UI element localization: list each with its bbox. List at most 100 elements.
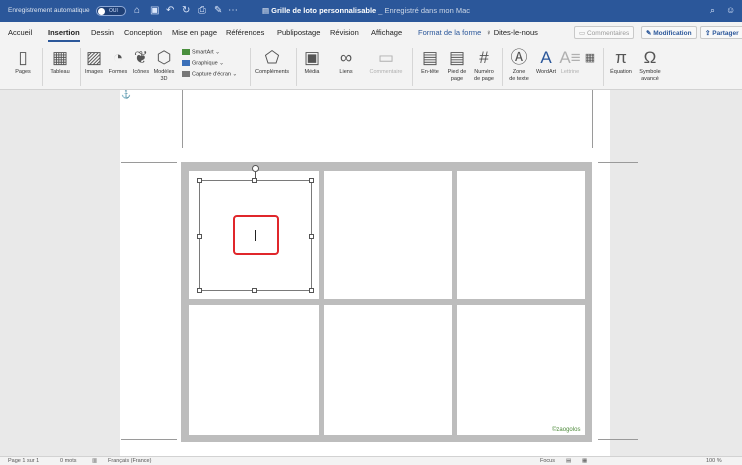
tab-publipostage[interactable]: Publipostage	[277, 28, 320, 37]
print-icon[interactable]: ⎙	[198, 5, 206, 17]
table-label: Tableau	[50, 69, 70, 75]
resize-handle[interactable]	[252, 288, 257, 293]
language-status[interactable]: Français (France)	[108, 458, 151, 464]
ribbon-insertion: ▯ Pages ▦ Tableau ▨ Images ◔ Formes ❦ Ic…	[0, 44, 742, 90]
shapes-button[interactable]: ◔ Formes	[107, 47, 129, 76]
page-count[interactable]: Page 1 sur 1	[8, 458, 39, 464]
ribbon-separator	[42, 48, 43, 86]
chart-button[interactable]: Graphique ⌄	[182, 60, 224, 66]
margin-guide	[598, 162, 638, 163]
tab-affichage[interactable]: Affichage	[371, 28, 402, 37]
resize-handle[interactable]	[197, 234, 202, 239]
links-label: Liens	[339, 69, 353, 75]
comment-button[interactable]: ▭ Commentaire	[366, 47, 406, 76]
wordart-button[interactable]: A WordArt	[533, 47, 559, 76]
share-status-icon[interactable]: ☺	[726, 5, 735, 15]
media-button[interactable]: ▣ Média	[300, 47, 324, 76]
rotate-handle[interactable]	[252, 165, 259, 172]
undo-icon[interactable]: ↶	[166, 5, 174, 17]
links-button[interactable]: ∞ Liens	[334, 47, 358, 76]
pages-label: Pages	[15, 69, 31, 75]
equation-button[interactable]: π Équation	[608, 47, 634, 76]
search-icon[interactable]: ⌕	[710, 5, 715, 16]
wordart-label: WordArt	[535, 69, 557, 75]
screenshot-button[interactable]: Capture d'écran ⌄	[182, 71, 237, 77]
grid-cell[interactable]	[457, 305, 585, 435]
dropcap-label: Lettrine	[560, 69, 580, 75]
addins-button[interactable]: ⬠ Compléments	[254, 47, 290, 76]
tab-dessin[interactable]: Dessin	[91, 28, 114, 37]
home-icon[interactable]: ⌂	[134, 5, 140, 17]
images-label: Images	[84, 69, 104, 75]
pages-button[interactable]: ▯ Pages	[10, 47, 36, 76]
word-count[interactable]: 0 mots	[60, 458, 77, 464]
symbol-button[interactable]: Ω Symbole avancé	[636, 47, 664, 82]
addins-label: Compléments	[255, 69, 289, 75]
redo-icon[interactable]: ↻	[182, 5, 190, 17]
date-object-button[interactable]: ▦	[583, 47, 597, 69]
tab-insertion[interactable]: Insertion	[48, 28, 80, 42]
footer-label-1: Pied de	[447, 69, 467, 75]
tab-conception[interactable]: Conception	[124, 28, 162, 37]
ribbon-separator	[502, 48, 503, 86]
images-icon: ▨	[85, 48, 103, 67]
tab-dites-le-nous[interactable]: ♀ Dites-le-nous	[486, 28, 538, 37]
footer-button[interactable]: ▤ Pied de page	[444, 47, 470, 82]
focus-button[interactable]: Focus	[540, 458, 555, 464]
share-button[interactable]: ⇪ Partager	[700, 26, 742, 39]
highlighted-text-area[interactable]	[233, 215, 279, 255]
autosave-toggle-text: OUI	[109, 8, 118, 14]
footer-icon: ▤	[448, 48, 466, 67]
document-canvas[interactable]: ⚓ ©zaogolos	[0, 90, 742, 456]
tab-format-forme[interactable]: Format de la forme	[418, 28, 481, 37]
dropcap-button[interactable]: A≡ Lettrine	[558, 47, 582, 76]
more-icon[interactable]: ⋯	[228, 5, 238, 17]
grid-cell[interactable]	[457, 171, 585, 299]
grid-cell[interactable]	[189, 305, 319, 435]
text-cursor	[255, 230, 256, 241]
models3d-button[interactable]: ⬡ Modèles 3D	[152, 47, 176, 82]
resize-handle[interactable]	[197, 288, 202, 293]
edit-mode-button[interactable]: ✎ Modification	[641, 26, 697, 39]
zoom-level[interactable]: 100 %	[706, 458, 722, 464]
resize-handle[interactable]	[309, 234, 314, 239]
comment-label: Commentaire	[369, 69, 403, 75]
save-icon[interactable]: ▣	[150, 5, 159, 17]
tab-dites-le-nous-label: Dites-le-nous	[493, 28, 538, 37]
tab-mise-en-page[interactable]: Mise en page	[172, 28, 217, 37]
smartart-label: SmartArt	[192, 49, 214, 56]
comments-button[interactable]: ▭ Commentaires	[574, 26, 635, 39]
pen-icon[interactable]: ✎	[214, 5, 222, 17]
proofing-icon[interactable]: ▥	[92, 458, 97, 464]
pi-icon: π	[615, 48, 627, 67]
view-web-icon[interactable]: ▦	[582, 458, 587, 464]
margin-guide	[182, 90, 183, 148]
ribbon-separator	[296, 48, 297, 86]
icons-button[interactable]: ❦ Icônes	[130, 47, 152, 76]
shapes-label: Formes	[108, 69, 128, 75]
images-button[interactable]: ▨ Images	[82, 47, 106, 76]
resize-handle[interactable]	[252, 178, 257, 183]
table-button[interactable]: ▦ Tableau	[46, 47, 74, 76]
view-print-layout-icon[interactable]: ▤	[566, 458, 571, 464]
textbox-button[interactable]: Ⓐ Zone de texte	[505, 47, 533, 82]
resize-handle[interactable]	[309, 178, 314, 183]
textbox-icon: Ⓐ	[510, 48, 528, 67]
doc-saved-status: _ Enregistré dans mon Mac	[378, 6, 471, 15]
resize-handle[interactable]	[309, 288, 314, 293]
date-object-icon: ▦	[584, 52, 596, 64]
tab-accueil[interactable]: Accueil	[8, 28, 32, 37]
tab-references[interactable]: Références	[226, 28, 264, 37]
header-button[interactable]: ▤ En-tête	[417, 47, 443, 76]
title-bar: Enregistrement automatique OUI ⌂ ▣ ↶ ↻ ⎙…	[0, 0, 742, 22]
grid-cell[interactable]	[324, 305, 452, 435]
grid-cell[interactable]	[324, 171, 452, 299]
tab-revision[interactable]: Révision	[330, 28, 359, 37]
equation-label: Équation	[610, 69, 632, 75]
resize-handle[interactable]	[197, 178, 202, 183]
page-number-button[interactable]: # Numéro de page	[470, 47, 498, 82]
icons-icon: ❦	[133, 48, 149, 67]
smartart-button[interactable]: SmartArt ⌄	[182, 49, 220, 55]
autosave-toggle[interactable]: OUI	[96, 6, 126, 16]
anchor-icon: ⚓	[121, 90, 131, 99]
